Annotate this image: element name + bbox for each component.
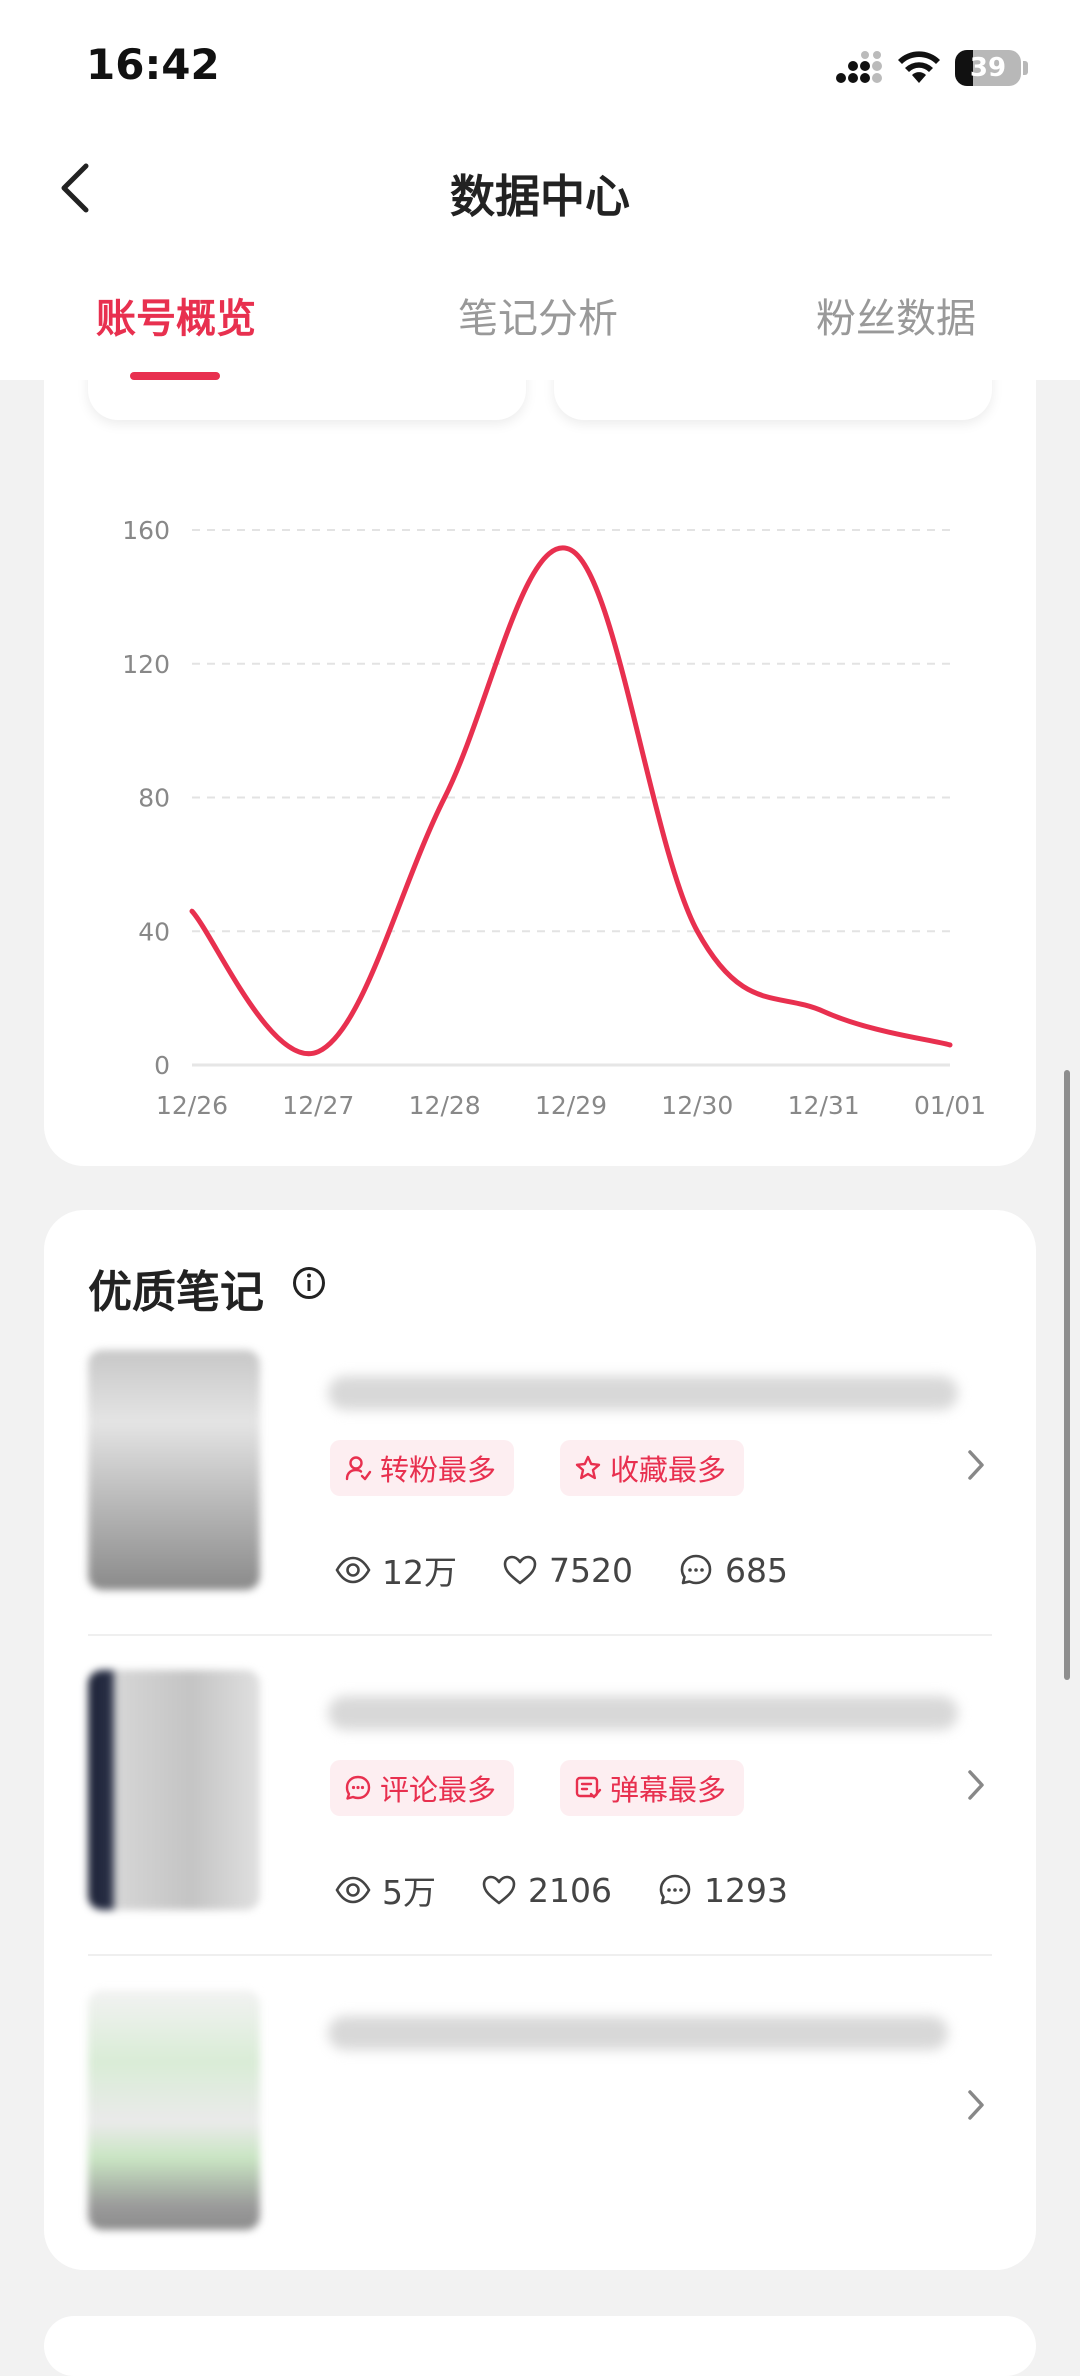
tag-label: 收藏最多 [610,1453,727,1487]
eye-icon [335,1556,371,1584]
note-stats: 5万 2106 1293 [334,1866,832,1914]
divider [88,1634,992,1636]
note-item-2[interactable]: 评论最多 弹幕最多 5万 2106 1293 [88,1650,992,1970]
views-count: 5万 [382,1873,436,1912]
comments-stat: 685 [677,1551,788,1590]
heart-icon [503,1555,537,1585]
comments-stat: 1293 [656,1871,788,1910]
note-tags: 评论最多 弹幕最多 [330,1760,745,1816]
chart-ytick-label: 80 [138,784,170,813]
note-thumbnail [88,1670,260,1910]
note-title-blurred [328,2016,948,2050]
divider [88,1954,992,1956]
quality-notes-card: 优质笔记 转粉最多 收藏最多 12万 7520 685 评论最多 弹幕最多 5万… [44,1210,1036,2270]
chart-xtick-label: 12/31 [788,1091,860,1120]
note-title-blurred [328,1376,958,1410]
chart-xtick-label: 12/30 [661,1091,733,1120]
next-card-peek [44,2316,1036,2376]
comments-count: 1293 [703,1870,788,1910]
likes-stat: 7520 [501,1551,633,1590]
active-tab-indicator [130,372,220,380]
cellular-signal-icon [836,51,882,83]
chart-ytick-label: 120 [122,650,170,679]
tag-label: 弹幕最多 [610,1773,727,1807]
comment-bubble-icon [659,1874,691,1905]
note-title-blurred [328,1696,958,1730]
chart-xtick-label: 12/26 [156,1091,228,1120]
views-count: 12万 [382,1553,457,1592]
chart-xtick-label: 12/28 [409,1091,481,1120]
chart-series-line [189,545,953,1057]
tab-account-overview[interactable]: 账号概览 [96,286,256,344]
chevron-right-icon [968,1770,984,1800]
star-icon [575,1455,601,1480]
user-add-icon [345,1456,372,1481]
eye-icon [335,1876,371,1904]
tag-most-saves: 收藏最多 [560,1440,745,1496]
comment-bubble-icon [680,1554,712,1585]
note-thumbnail [88,1350,260,1590]
chevron-right-icon [968,1450,984,1480]
tag-most-danmaku: 弹幕最多 [560,1760,745,1816]
chevron-right-icon [968,2090,984,2120]
page-title: 数据中心 [449,170,630,223]
battery-icon: 39 [955,50,1021,86]
note-tags: 转粉最多 收藏最多 [330,1440,745,1496]
likes-count: 7520 [549,1550,633,1590]
chart-ytick-label: 0 [154,1051,170,1080]
note-item-1[interactable]: 转粉最多 收藏最多 12万 7520 685 [88,1330,992,1650]
views-stat: 12万 [334,1546,457,1594]
heart-icon [482,1875,516,1905]
chart-xtick-label: 12/29 [535,1091,607,1120]
comments-count: 685 [724,1550,788,1590]
status-icons: 39 [835,48,1028,88]
section-title: 优质笔记 [88,1267,264,1318]
tab-bar: 账号概览 笔记分析 粉丝数据 [0,286,1080,366]
danmaku-icon [575,1776,602,1799]
wifi-icon [898,51,940,83]
battery-tip [1023,61,1028,75]
top-bar: 16:42 39 数据中心 账号概览 笔记分析 粉丝数据 [0,0,1080,380]
info-icon[interactable] [292,1266,326,1300]
status-time: 16:42 [86,40,220,89]
tag-most-fans: 转粉最多 [330,1440,515,1496]
likes-count: 2106 [528,1870,612,1910]
chart-xtick-label: 01/01 [914,1091,986,1120]
note-thumbnail [88,1990,260,2230]
views-stat: 5万 [334,1866,436,1914]
likes-stat: 2106 [480,1871,612,1910]
tag-most-comments: 评论最多 [330,1760,515,1816]
battery-level: 39 [969,53,1007,83]
tab-note-analysis[interactable]: 笔记分析 [458,286,618,344]
chart-ytick-label: 40 [138,917,170,946]
chart-xtick-label: 12/27 [282,1091,354,1120]
note-item-3[interactable] [88,1970,992,2290]
tag-label: 转粉最多 [380,1453,497,1487]
note-stats: 12万 7520 685 [334,1546,832,1594]
tag-label: 评论最多 [380,1773,497,1807]
comment-icon [345,1775,371,1800]
tab-fan-data[interactable]: 粉丝数据 [816,286,976,344]
chart-ytick-label: 160 [122,516,170,545]
